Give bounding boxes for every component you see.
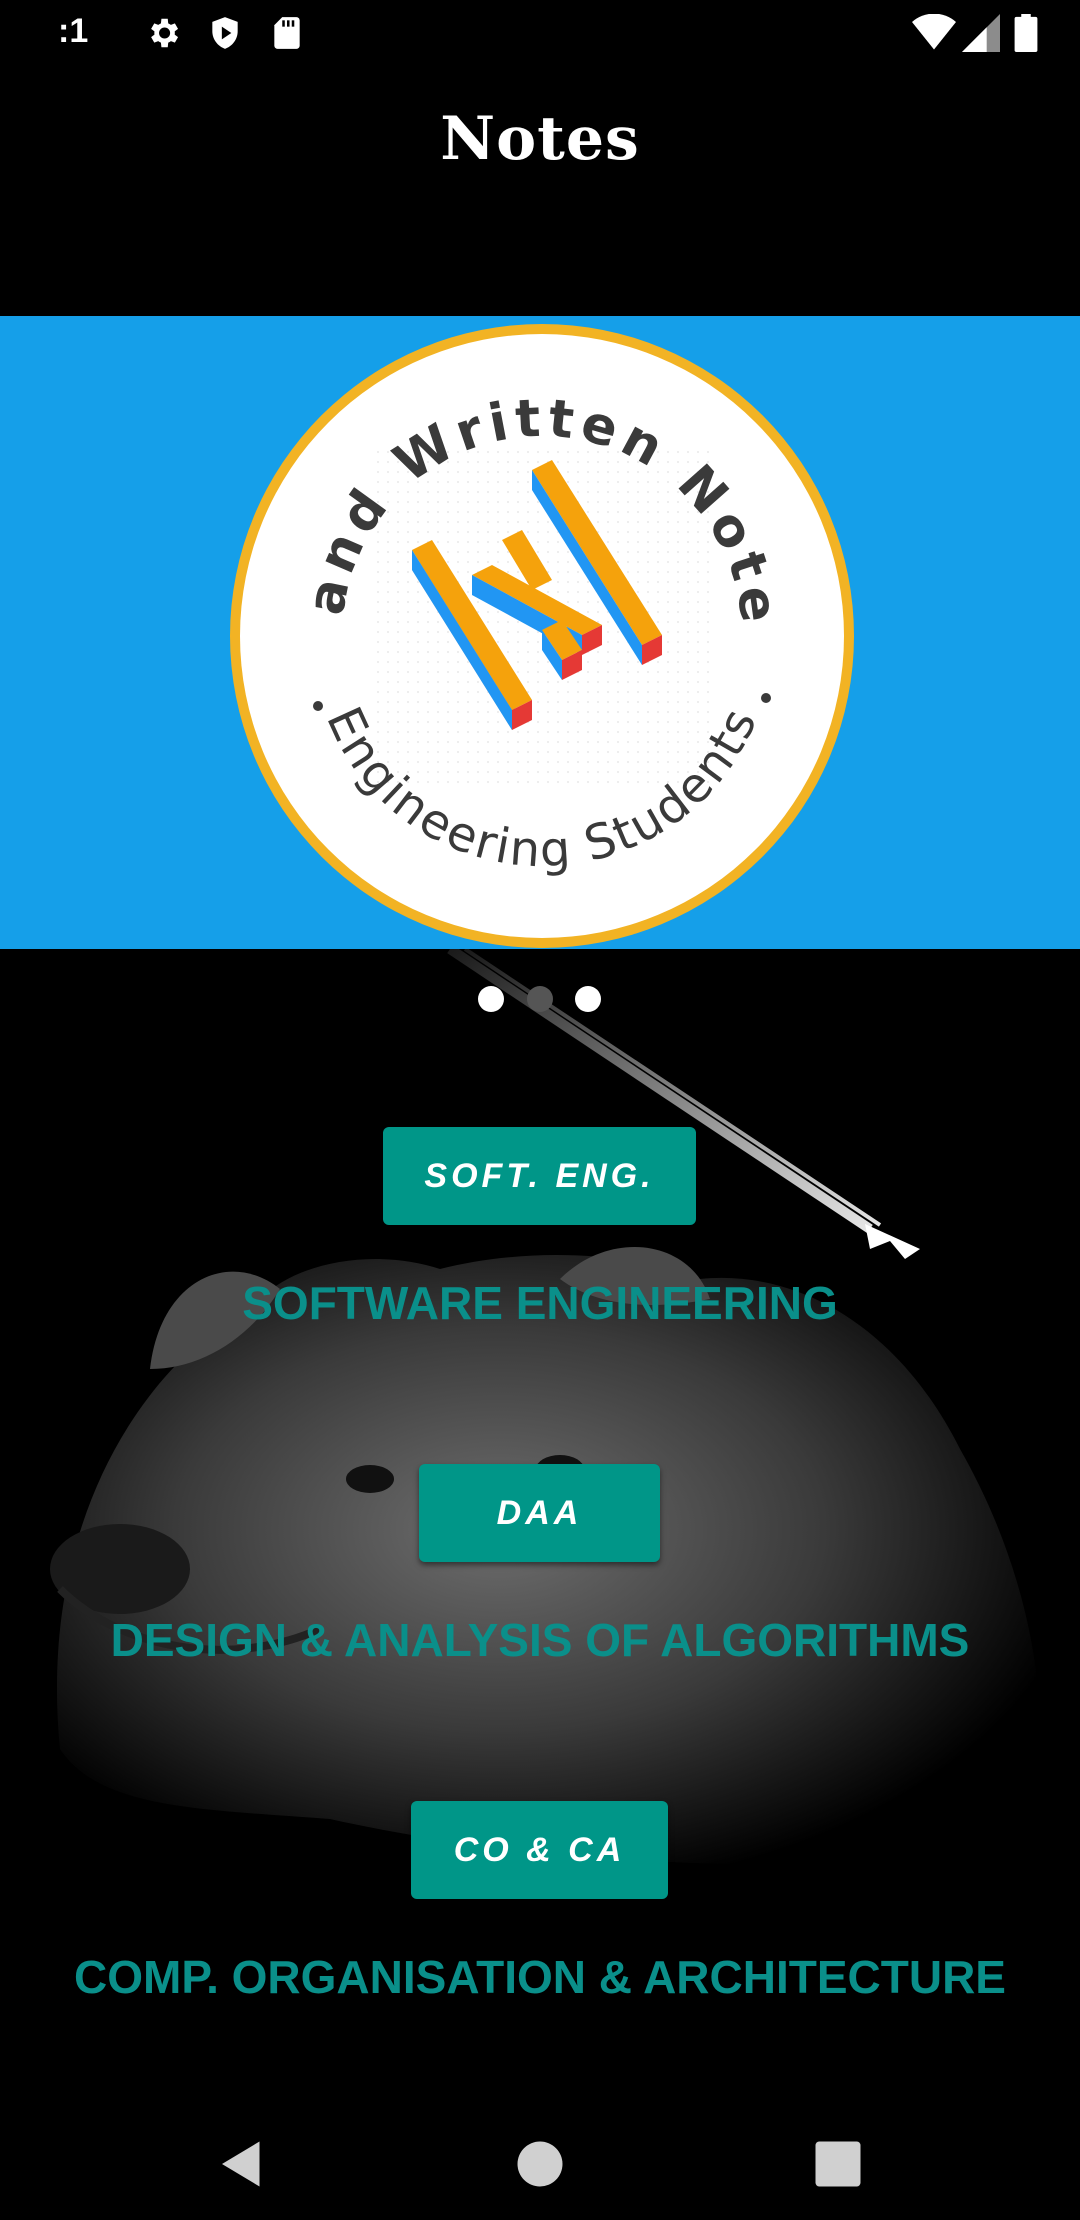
page-dot-2-active[interactable] <box>527 986 553 1012</box>
recents-icon[interactable] <box>808 2134 868 2194</box>
co-ca-button[interactable]: CO & CA <box>411 1801 668 1899</box>
daa-button[interactable]: DAA <box>419 1464 660 1562</box>
daa-caption: DESIGN & ANALYSIS OF ALGORITHMS <box>110 1614 970 1666</box>
carousel-page-indicator <box>0 986 1080 1012</box>
sd-card-icon <box>274 17 300 49</box>
gear-icon <box>151 18 179 48</box>
page-title: Notes <box>440 104 640 174</box>
back-icon[interactable] <box>212 2134 272 2194</box>
navigation-bar <box>0 2109 1080 2220</box>
soft-eng-button[interactable]: SOFT. ENG. <box>383 1127 696 1225</box>
wifi-icon <box>912 14 956 50</box>
page-dot-1[interactable] <box>478 986 504 1012</box>
home-icon[interactable] <box>510 2134 570 2194</box>
hand-written-notes-logo: Hand Written Notes Engineering Students <box>226 320 854 948</box>
page-dot-3[interactable] <box>575 986 601 1012</box>
banner-carousel[interactable]: Hand Written Notes Engineering Students <box>0 316 1080 949</box>
co-ca-caption: COMP. ORGANISATION & ARCHITECTURE <box>74 1951 1006 2003</box>
battery-icon <box>1014 14 1038 52</box>
signal-icon <box>962 14 1000 52</box>
software-engineering-caption: SOFTWARE ENGINEERING <box>242 1277 838 1329</box>
play-shield-icon <box>212 17 238 49</box>
status-bar: :1 <box>0 0 1080 66</box>
status-time: :1 <box>58 12 89 50</box>
